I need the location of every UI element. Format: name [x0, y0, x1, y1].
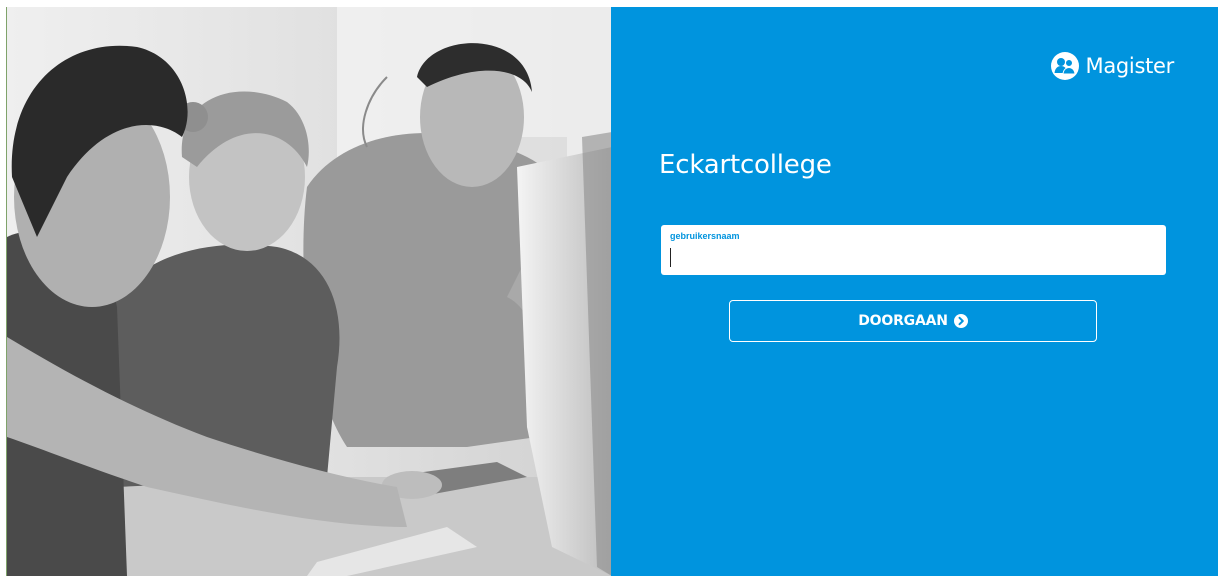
- login-page: Magister Eckartcollege gebruikersnaam DO…: [0, 0, 1218, 576]
- brand-logo: Magister: [1050, 51, 1174, 81]
- username-label: gebruikersnaam: [670, 231, 740, 241]
- username-input[interactable]: [669, 245, 1149, 269]
- continue-button-label: DOORGAAN: [858, 313, 948, 329]
- continue-button[interactable]: DOORGAAN: [729, 300, 1097, 342]
- text-caret: [670, 248, 671, 267]
- school-name: Eckartcollege: [659, 150, 832, 180]
- arrow-circle-right-icon: [953, 314, 968, 328]
- users-icon: [1050, 51, 1080, 81]
- brand-name: Magister: [1085, 54, 1175, 78]
- login-panel: Magister Eckartcollege gebruikersnaam DO…: [611, 7, 1218, 576]
- username-field[interactable]: gebruikersnaam: [661, 225, 1166, 275]
- students-photo: [6, 7, 612, 576]
